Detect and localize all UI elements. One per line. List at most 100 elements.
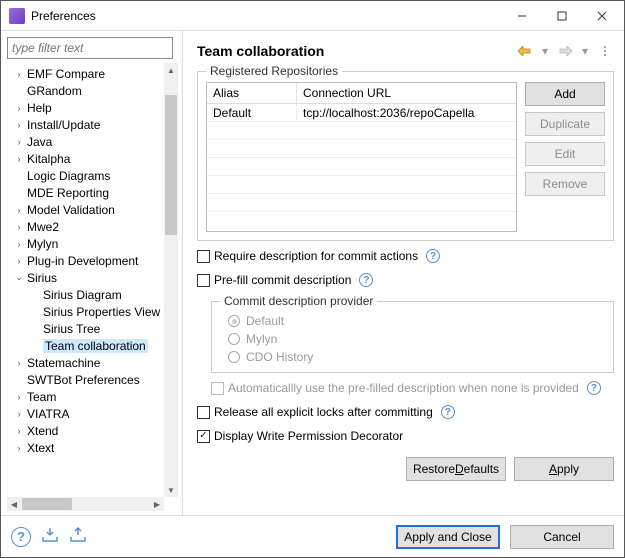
- table-row[interactable]: Default tcp://localhost:2036/repoCapella: [207, 104, 516, 122]
- cell-alias: Default: [207, 104, 297, 121]
- titlebar: Preferences: [1, 1, 624, 31]
- chevron-right-icon[interactable]: ›: [13, 102, 25, 114]
- chevron-right-icon[interactable]: ›: [13, 238, 25, 250]
- window-title: Preferences: [31, 9, 502, 23]
- category-sidebar: ›EMF CompareGRandom›Help›Install/Update›…: [1, 31, 183, 515]
- scroll-right-icon[interactable]: ▶: [150, 497, 164, 511]
- help-icon[interactable]: ?: [441, 405, 455, 419]
- tree-item-label: Plug-in Development: [27, 254, 138, 268]
- import-icon[interactable]: [41, 527, 59, 546]
- help-icon[interactable]: ?: [11, 527, 31, 547]
- chevron-right-icon[interactable]: ›: [13, 408, 25, 420]
- horizontal-scrollbar[interactable]: ◀ ▶: [7, 497, 164, 511]
- scroll-thumb-h[interactable]: [22, 498, 72, 510]
- radio-label: Default: [246, 314, 284, 328]
- tree-item[interactable]: Sirius Properties View: [7, 303, 164, 320]
- tree-item[interactable]: ›Kitalpha: [7, 150, 164, 167]
- dropdown-back-icon[interactable]: ▾: [536, 42, 554, 60]
- scroll-thumb[interactable]: [165, 95, 177, 235]
- provider-default-radio: [228, 315, 240, 327]
- tree-item-label: MDE Reporting: [27, 186, 109, 200]
- tree-item[interactable]: MDE Reporting: [7, 184, 164, 201]
- tree-item[interactable]: ›EMF Compare: [7, 65, 164, 82]
- scroll-up-icon[interactable]: ▲: [164, 63, 178, 77]
- tree-item[interactable]: SWTBot Preferences: [7, 371, 164, 388]
- restore-defaults-button[interactable]: Restore Defaults: [406, 457, 506, 481]
- prefill-commit-label: Pre-fill commit description: [214, 273, 351, 287]
- dropdown-forward-icon[interactable]: ▾: [576, 42, 594, 60]
- tree-item[interactable]: Logic Diagrams: [7, 167, 164, 184]
- close-button[interactable]: [582, 2, 622, 30]
- chevron-right-icon[interactable]: ›: [13, 136, 25, 148]
- chevron-right-icon: [29, 306, 41, 318]
- duplicate-button: Duplicate: [525, 112, 605, 136]
- tree-item[interactable]: ›Xtend: [7, 422, 164, 439]
- tree-item-label: EMF Compare: [27, 67, 105, 81]
- maximize-button[interactable]: [542, 2, 582, 30]
- tree-item[interactable]: ⌄Sirius: [7, 269, 164, 286]
- chevron-right-icon[interactable]: ›: [13, 425, 25, 437]
- chevron-right-icon[interactable]: ›: [13, 255, 25, 267]
- scroll-down-icon[interactable]: ▼: [164, 483, 178, 497]
- tree-item[interactable]: Sirius Tree: [7, 320, 164, 337]
- tree-item[interactable]: ›Team: [7, 388, 164, 405]
- tree-item[interactable]: Sirius Diagram: [7, 286, 164, 303]
- page-title: Team collaboration: [197, 43, 514, 59]
- minimize-button[interactable]: [502, 2, 542, 30]
- vertical-scrollbar[interactable]: ▲ ▼: [164, 63, 178, 497]
- tree-item[interactable]: ›Plug-in Development: [7, 252, 164, 269]
- chevron-right-icon[interactable]: ›: [13, 204, 25, 216]
- tree-item[interactable]: ›Mylyn: [7, 235, 164, 252]
- col-alias[interactable]: Alias: [207, 83, 297, 103]
- chevron-right-icon: [29, 340, 41, 352]
- prefill-commit-checkbox[interactable]: [197, 274, 210, 287]
- tree-item-label: Mwe2: [27, 220, 59, 234]
- repositories-table[interactable]: Alias Connection URL Default tcp://local…: [206, 82, 517, 232]
- help-icon[interactable]: ?: [587, 381, 601, 395]
- chevron-right-icon[interactable]: ›: [13, 153, 25, 165]
- nav-forward-icon: [556, 42, 574, 60]
- menu-icon[interactable]: [596, 42, 614, 60]
- tree-item-label: Model Validation: [27, 203, 115, 217]
- apply-button[interactable]: Apply: [514, 457, 614, 481]
- radio-label: Mylyn: [246, 332, 277, 346]
- group-legend: Registered Repositories: [206, 65, 342, 78]
- help-icon[interactable]: ?: [359, 273, 373, 287]
- display-decorator-checkbox[interactable]: [197, 430, 210, 443]
- apply-and-close-button[interactable]: Apply and Close: [396, 525, 500, 549]
- tree-item[interactable]: GRandom: [7, 82, 164, 99]
- tree-item-label: Kitalpha: [27, 152, 70, 166]
- preferences-tree[interactable]: ›EMF CompareGRandom›Help›Install/Update›…: [7, 63, 164, 497]
- tree-item[interactable]: ›Mwe2: [7, 218, 164, 235]
- add-button[interactable]: Add: [525, 82, 605, 106]
- help-icon[interactable]: ?: [426, 249, 440, 263]
- nav-back-icon[interactable]: [516, 42, 534, 60]
- chevron-right-icon[interactable]: ›: [13, 119, 25, 131]
- dialog-button-bar: ? Apply and Close Cancel: [1, 515, 624, 557]
- tree-item[interactable]: ›Install/Update: [7, 116, 164, 133]
- tree-item[interactable]: ›VIATRA: [7, 405, 164, 422]
- chevron-right-icon[interactable]: ›: [13, 391, 25, 403]
- require-description-checkbox[interactable]: [197, 250, 210, 263]
- app-icon: [9, 8, 25, 24]
- tree-item-label: Sirius Tree: [43, 322, 100, 336]
- tree-item-label: SWTBot Preferences: [27, 373, 140, 387]
- scroll-left-icon[interactable]: ◀: [7, 497, 21, 511]
- tree-item[interactable]: ›Xtext: [7, 439, 164, 456]
- tree-item[interactable]: ›Model Validation: [7, 201, 164, 218]
- tree-item[interactable]: ›Help: [7, 99, 164, 116]
- chevron-right-icon[interactable]: ›: [13, 221, 25, 233]
- chevron-down-icon[interactable]: ⌄: [13, 272, 25, 284]
- filter-input[interactable]: [7, 37, 173, 59]
- chevron-right-icon[interactable]: ›: [13, 442, 25, 454]
- chevron-right-icon[interactable]: ›: [13, 68, 25, 80]
- tree-item-label: Xtext: [27, 441, 54, 455]
- tree-item[interactable]: Team collaboration: [7, 337, 164, 354]
- release-locks-checkbox[interactable]: [197, 406, 210, 419]
- tree-item[interactable]: ›Statemachine: [7, 354, 164, 371]
- cancel-button[interactable]: Cancel: [510, 525, 614, 549]
- tree-item[interactable]: ›Java: [7, 133, 164, 150]
- chevron-right-icon[interactable]: ›: [13, 357, 25, 369]
- export-icon[interactable]: [69, 527, 87, 546]
- col-url[interactable]: Connection URL: [297, 83, 516, 103]
